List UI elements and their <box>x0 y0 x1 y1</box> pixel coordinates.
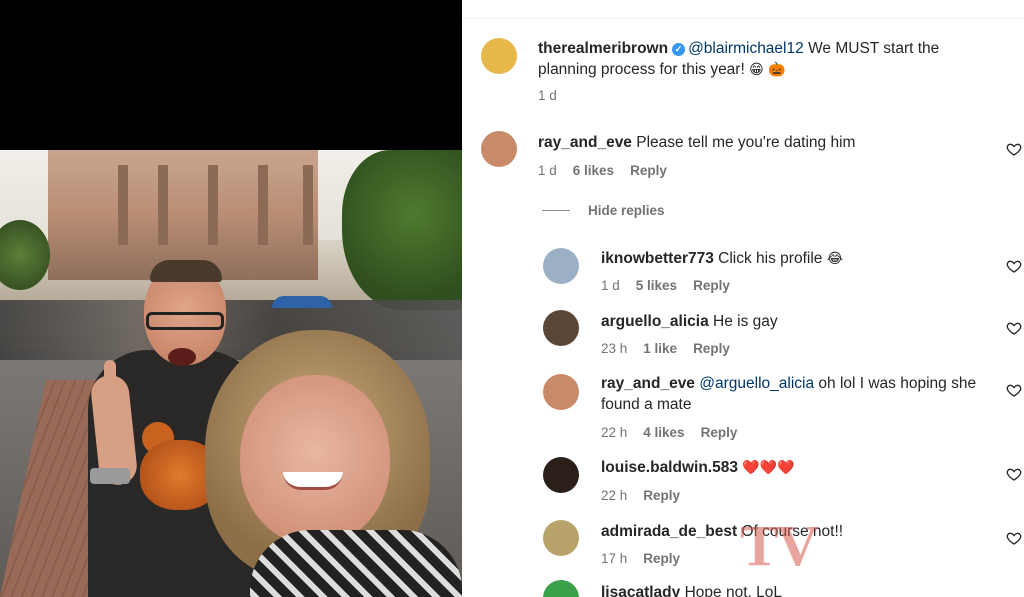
post-photo <box>0 150 462 597</box>
comment-time[interactable]: 23 h <box>601 341 627 356</box>
avatar[interactable] <box>543 248 579 284</box>
username-link[interactable]: therealmeribrown <box>538 40 668 57</box>
reply-button[interactable]: Reply <box>643 551 680 566</box>
avatar[interactable] <box>481 131 517 167</box>
like-heart-icon[interactable] <box>1006 258 1022 274</box>
username-link[interactable]: arguello_alicia <box>601 313 709 330</box>
caption-comment: therealmeribrown ✓ @blairmichael12 We MUST… <box>462 0 1024 110</box>
tv-watermark-logo: TV <box>740 513 819 578</box>
like-heart-icon[interactable] <box>1006 141 1022 157</box>
username-link[interactable]: lisacatlady <box>601 584 680 597</box>
hide-replies-button[interactable]: Hide replies <box>542 203 665 218</box>
likes-count[interactable]: 5 likes <box>636 278 677 293</box>
username-link[interactable]: admirada_de_best <box>601 523 737 540</box>
reply: louise.baldwin.583 ❤️❤️❤️ 22 h Reply <box>462 450 1024 510</box>
hide-replies-label: Hide replies <box>588 203 665 218</box>
reply-button[interactable]: Reply <box>693 341 730 356</box>
reply-button[interactable]: Reply <box>701 425 738 440</box>
likes-count[interactable]: 4 likes <box>643 425 684 440</box>
likes-count[interactable]: 1 like <box>643 341 677 356</box>
username-link[interactable]: iknowbetter773 <box>601 250 714 267</box>
avatar[interactable] <box>543 310 579 346</box>
username-link[interactable]: ray_and_eve <box>538 134 632 151</box>
avatar[interactable] <box>543 580 579 597</box>
username-link[interactable]: louise.baldwin.583 <box>601 459 738 476</box>
reply: ray_and_eve @arguello_alicia oh lol I wa… <box>462 366 1024 446</box>
verified-badge-icon: ✓ <box>672 43 686 56</box>
emoji: 😂 <box>826 251 844 267</box>
avatar[interactable] <box>543 520 579 556</box>
comment-text: Click his profile <box>718 250 823 267</box>
comments-pane[interactable]: therealmeribrown ✓ @blairmichael12 We MUST… <box>462 0 1024 597</box>
like-heart-icon[interactable] <box>1006 320 1022 336</box>
reply-button[interactable]: Reply <box>693 278 730 293</box>
mention-link[interactable]: @arguello_alicia <box>699 375 814 392</box>
reply: lisacatlady Hope not. LoL <box>462 576 1024 597</box>
comment-text: He is gay <box>713 313 778 330</box>
reply-button[interactable]: Reply <box>643 488 680 503</box>
divider-line <box>542 210 570 211</box>
comment-time[interactable]: 1 d <box>538 88 557 103</box>
emoji: 😁 🎃 <box>749 62 786 78</box>
username-link[interactable]: ray_and_eve <box>601 375 695 392</box>
comment-text: Hope not. LoL <box>684 584 782 597</box>
like-heart-icon[interactable] <box>1006 530 1022 546</box>
likes-count[interactable]: 6 likes <box>573 163 614 178</box>
post-photo-pane <box>0 0 462 597</box>
avatar[interactable] <box>481 38 517 74</box>
comment: ray_and_eve Please tell me you're dating… <box>462 125 1024 195</box>
reply-button[interactable]: Reply <box>630 163 667 178</box>
comment-text: Please tell me you're dating him <box>636 134 856 151</box>
comment-time[interactable]: 22 h <box>601 488 627 503</box>
comment-time[interactable]: 17 h <box>601 551 627 566</box>
reply: iknowbetter773 Click his profile 😂 1 d 5 … <box>462 240 1024 300</box>
mention-link[interactable]: @blairmichael12 <box>688 40 804 57</box>
comment-time[interactable]: 1 d <box>601 278 620 293</box>
reply: arguello_alicia He is gay 23 h 1 like Repl… <box>462 304 1024 364</box>
like-heart-icon[interactable] <box>1006 466 1022 482</box>
comment-time[interactable]: 1 d <box>538 163 557 178</box>
avatar[interactable] <box>543 374 579 410</box>
avatar[interactable] <box>543 457 579 493</box>
comment-time[interactable]: 22 h <box>601 425 627 440</box>
emoji: ❤️❤️❤️ <box>742 460 795 476</box>
like-heart-icon[interactable] <box>1006 382 1022 398</box>
